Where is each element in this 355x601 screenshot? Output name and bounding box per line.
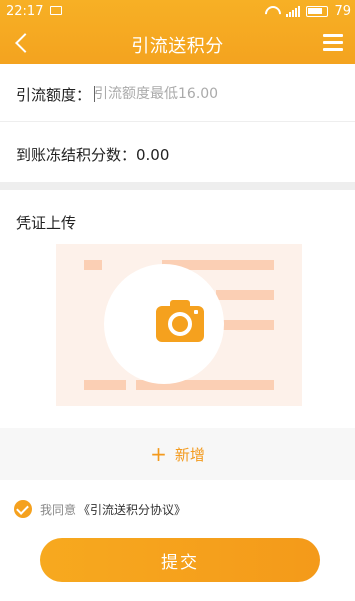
status-right: 79	[264, 4, 351, 19]
placeholder-bar	[216, 320, 274, 330]
agreement-row: 我同意 《引流送积分协议》	[14, 500, 186, 518]
placeholder-bar	[84, 260, 102, 270]
status-bar: 22:17 79	[0, 0, 355, 24]
battery-level: 79	[334, 4, 351, 19]
upload-title: 凭证上传	[16, 214, 77, 232]
page-title: 引流送积分	[131, 36, 224, 57]
add-voucher-button[interactable]: + 新增	[0, 428, 355, 480]
frozen-points-row: 到账冻结积分数：0.00	[0, 122, 355, 182]
check-icon[interactable]	[14, 500, 32, 518]
agreement-link[interactable]: 《引流送积分协议》	[78, 501, 186, 518]
agreement-prefix: 我同意	[40, 502, 77, 517]
camera-upload-button[interactable]	[104, 264, 224, 384]
frozen-points-text: 到账冻结积分数：0.00	[16, 146, 170, 164]
signal-icon	[286, 6, 301, 17]
status-time: 22:17	[6, 4, 44, 19]
amount-input[interactable]	[94, 82, 334, 106]
battery-icon	[306, 6, 329, 17]
menu-icon[interactable]	[323, 34, 343, 52]
app-header: 22:17 79 引流送积分	[0, 0, 355, 64]
amount-row: 引流额度：	[0, 64, 355, 122]
section-divider	[0, 182, 355, 190]
amount-label: 引流额度：	[16, 86, 92, 104]
nav-bar: 引流送积分	[0, 24, 355, 64]
message-icon	[50, 6, 62, 15]
placeholder-bar	[216, 290, 274, 300]
add-voucher-label: 新增	[174, 445, 205, 464]
camera-flash-icon	[194, 310, 198, 314]
submit-button[interactable]: 提交	[40, 538, 320, 582]
wifi-icon	[264, 6, 280, 18]
plus-icon: +	[150, 442, 167, 466]
camera-lens-icon	[168, 312, 192, 336]
